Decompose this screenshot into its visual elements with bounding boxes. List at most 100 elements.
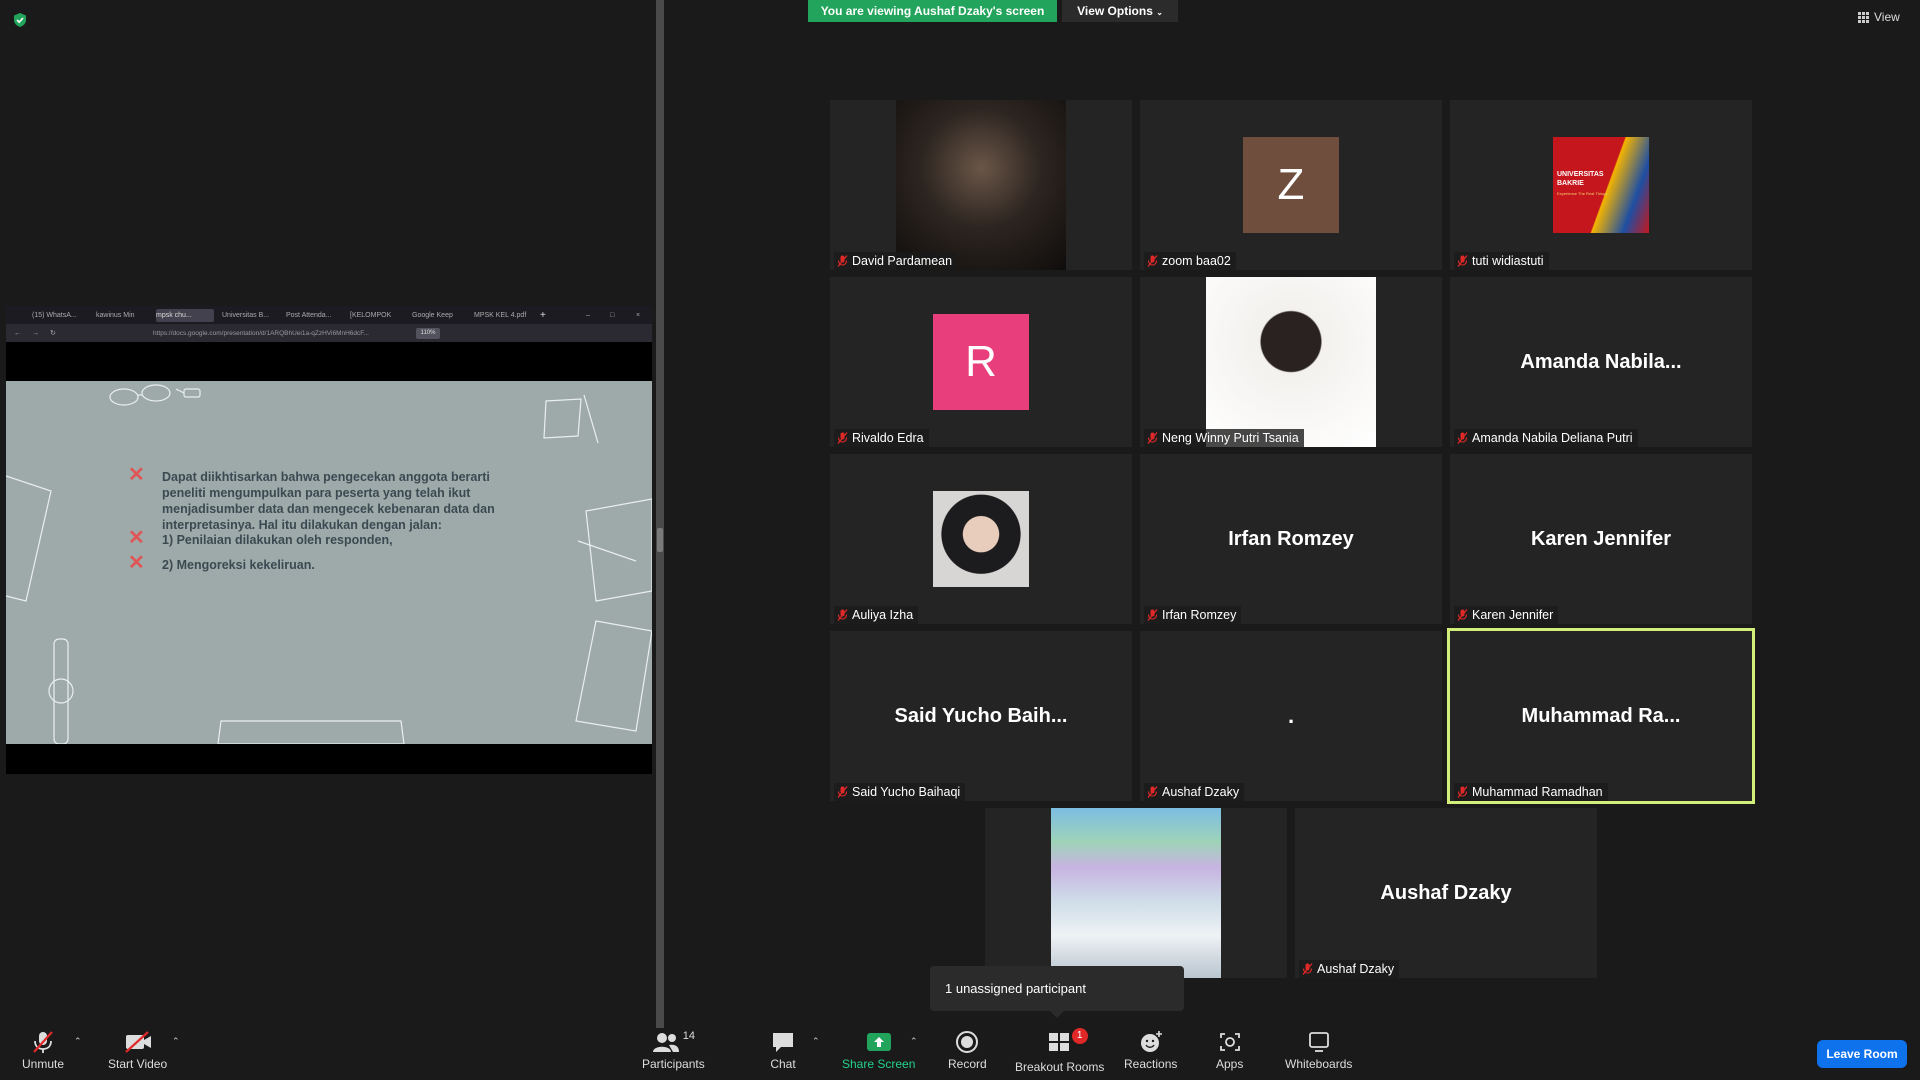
- mic-muted-icon: [1147, 432, 1158, 444]
- slide-paragraph: Dapat diikhtisarkan bahwa pengecekan ang…: [162, 470, 495, 532]
- participant-name: David Pardamean: [852, 254, 953, 268]
- participants-count: 14: [682, 1030, 695, 1042]
- shared-screen[interactable]: (15) WhatsA... kawinus Min mpsk chu... U…: [6, 306, 652, 774]
- participant-tile[interactable]: Amanda Nabila... Amanda Nabila Deliana Pu…: [1450, 277, 1752, 447]
- participant-name-label: Rivaldo Edra: [834, 429, 929, 447]
- video-options-caret-icon[interactable]: ⌃: [172, 1036, 180, 1047]
- splitter-grip[interactable]: [657, 528, 663, 552]
- participant-tile[interactable]: Zzoom baa02: [1140, 100, 1442, 270]
- forward-icon[interactable]: →: [32, 327, 39, 340]
- participant-name: Rivaldo Edra: [852, 431, 924, 445]
- audio-options-caret-icon[interactable]: ⌃: [74, 1036, 82, 1047]
- new-tab-icon[interactable]: +: [540, 309, 550, 322]
- grid-icon: [1858, 11, 1869, 23]
- participant-name-label: David Pardamean: [834, 252, 958, 270]
- participant-name: Said Yucho Baihaqi: [852, 785, 961, 799]
- url-bar[interactable]: https://docs.google.com/presentation/d/1…: [153, 328, 415, 339]
- panel-splitter[interactable]: [656, 0, 664, 1028]
- mic-muted-icon: [837, 255, 848, 267]
- participants-button[interactable]: 14 Participants: [642, 1030, 705, 1071]
- participant-tile[interactable]: UNIVERSITAS BAKRIE Experience The Real Thi…: [1450, 100, 1752, 270]
- participant-name: Aushaf Dzaky: [1162, 785, 1240, 799]
- chat-button[interactable]: Chat: [770, 1030, 796, 1071]
- viewing-screen-banner: You are viewing Aushaf Dzaky's screen: [808, 0, 1057, 22]
- participant-tile[interactable]: Neng Winny Putri Tsania: [1140, 277, 1442, 447]
- participant-display-name: Muhammad Ra...: [1521, 704, 1681, 727]
- mic-muted-icon: [1147, 255, 1158, 267]
- view-options-button[interactable]: View Options ⌄: [1062, 0, 1178, 22]
- mic-muted-icon: [1457, 609, 1468, 621]
- start-video-label: Start Video: [108, 1057, 168, 1071]
- participant-tile[interactable]: [985, 808, 1287, 978]
- slide-point-2: 2) Mengoreksi kekeliruan.: [162, 558, 315, 572]
- close-icon[interactable]: ×: [636, 309, 644, 322]
- bullet-x-icon: ✕: [128, 527, 145, 549]
- participant-video: [896, 100, 1066, 270]
- leave-room-button[interactable]: Leave Room: [1817, 1040, 1907, 1068]
- participant-name: zoom baa02: [1162, 254, 1231, 268]
- slide-point-1: 1) Penilaian dilakukan oleh responden,: [162, 533, 393, 547]
- whiteboards-label: Whiteboards: [1285, 1057, 1353, 1071]
- browser-tab[interactable]: (15) WhatsA...: [32, 309, 90, 322]
- unmute-label: Unmute: [22, 1057, 65, 1071]
- share-options-caret-icon[interactable]: ⌃: [910, 1036, 918, 1047]
- breakout-rooms-button[interactable]: 1 Breakout Rooms: [1015, 1028, 1104, 1074]
- participant-name-label: Said Yucho Baihaqi: [834, 783, 966, 801]
- share-screen-label: Share Screen: [842, 1057, 916, 1071]
- participant-tile[interactable]: Irfan Romzey Irfan Romzey: [1140, 454, 1442, 624]
- browser-tab[interactable]: Universitas B...: [222, 309, 280, 322]
- participant-tile[interactable]: David Pardamean: [830, 100, 1132, 270]
- participant-tile[interactable]: Muhammad Ra... Muhammad Ramadhan: [1447, 628, 1755, 804]
- mic-muted-icon: [837, 786, 848, 798]
- participant-tile[interactable]: Said Yucho Baih... Said Yucho Baihaqi: [830, 631, 1132, 801]
- start-video-button[interactable]: Start Video: [108, 1030, 167, 1071]
- participant-display-name: Karen Jennifer: [1530, 527, 1672, 550]
- browser-tab[interactable]: MPSK KEL 4.pdf: [474, 309, 532, 322]
- minimize-icon[interactable]: –: [586, 309, 594, 322]
- zoom-level[interactable]: 110%: [416, 328, 440, 339]
- university-logo: UNIVERSITAS BAKRIE Experience The Real Thi…: [1553, 137, 1649, 233]
- bullet-x-icon: ✕: [128, 464, 145, 486]
- share-screen-button[interactable]: Share Screen: [842, 1030, 915, 1071]
- avatar-letter: Z: [1243, 137, 1339, 233]
- security-shield-icon[interactable]: [12, 12, 28, 28]
- avatar-letter: R: [933, 314, 1029, 410]
- chat-options-caret-icon[interactable]: ⌃: [812, 1036, 820, 1047]
- chat-icon: [773, 1033, 793, 1052]
- chevron-down-icon: ⌄: [1156, 8, 1163, 17]
- back-icon[interactable]: ←: [14, 327, 21, 340]
- browser-tab[interactable]: [KELOMPOK: [350, 309, 406, 322]
- participant-name: Auliya Izha: [852, 608, 914, 622]
- unassigned-tooltip: 1 unassigned participant: [930, 966, 1184, 1011]
- participant-tile[interactable]: Karen Jennifer Karen Jennifer: [1450, 454, 1752, 624]
- participant-name-label: tuti widiastuti: [1454, 252, 1549, 270]
- participant-tile[interactable]: . Aushaf Dzaky: [1140, 631, 1442, 801]
- reactions-button[interactable]: Reactions: [1124, 1030, 1177, 1071]
- participant-tile[interactable]: Auliya Izha: [830, 454, 1132, 624]
- view-button[interactable]: View: [1858, 10, 1900, 24]
- whiteboards-button[interactable]: Whiteboards: [1285, 1030, 1352, 1071]
- maximize-icon[interactable]: □: [610, 309, 618, 322]
- logo-line-2: BAKRIE: [1557, 180, 1584, 187]
- record-button[interactable]: Record: [948, 1030, 987, 1071]
- participant-tile[interactable]: Aushaf Dzaky Aushaf Dzaky: [1295, 808, 1597, 978]
- participant-name-label: Karen Jennifer: [1454, 606, 1559, 624]
- participant-name-label: Aushaf Dzaky: [1144, 783, 1245, 801]
- participant-display-name: .: [1287, 703, 1295, 728]
- participant-name: tuti widiastuti: [1472, 254, 1544, 268]
- reload-icon[interactable]: ↻: [50, 327, 56, 340]
- browser-tab[interactable]: Google Keep: [412, 309, 468, 322]
- browser-tab[interactable]: kawinus Min: [96, 309, 148, 322]
- record-icon: [956, 1031, 979, 1053]
- participant-tile[interactable]: R Rivaldo Edra: [830, 277, 1132, 447]
- participant-name: Aushaf Dzaky: [1317, 962, 1395, 976]
- unmute-button[interactable]: Unmute: [22, 1030, 64, 1071]
- participant-display-name: Amanda Nabila...: [1520, 350, 1682, 373]
- participants-label: Participants: [642, 1057, 705, 1071]
- browser-tab[interactable]: Post Attenda...: [286, 309, 344, 322]
- browser-tab-active[interactable]: mpsk chu...: [156, 309, 214, 322]
- apps-label: Apps: [1216, 1057, 1244, 1071]
- apps-button[interactable]: Apps: [1216, 1030, 1243, 1071]
- participant-video: [1206, 277, 1376, 447]
- mic-muted-icon: [837, 432, 848, 444]
